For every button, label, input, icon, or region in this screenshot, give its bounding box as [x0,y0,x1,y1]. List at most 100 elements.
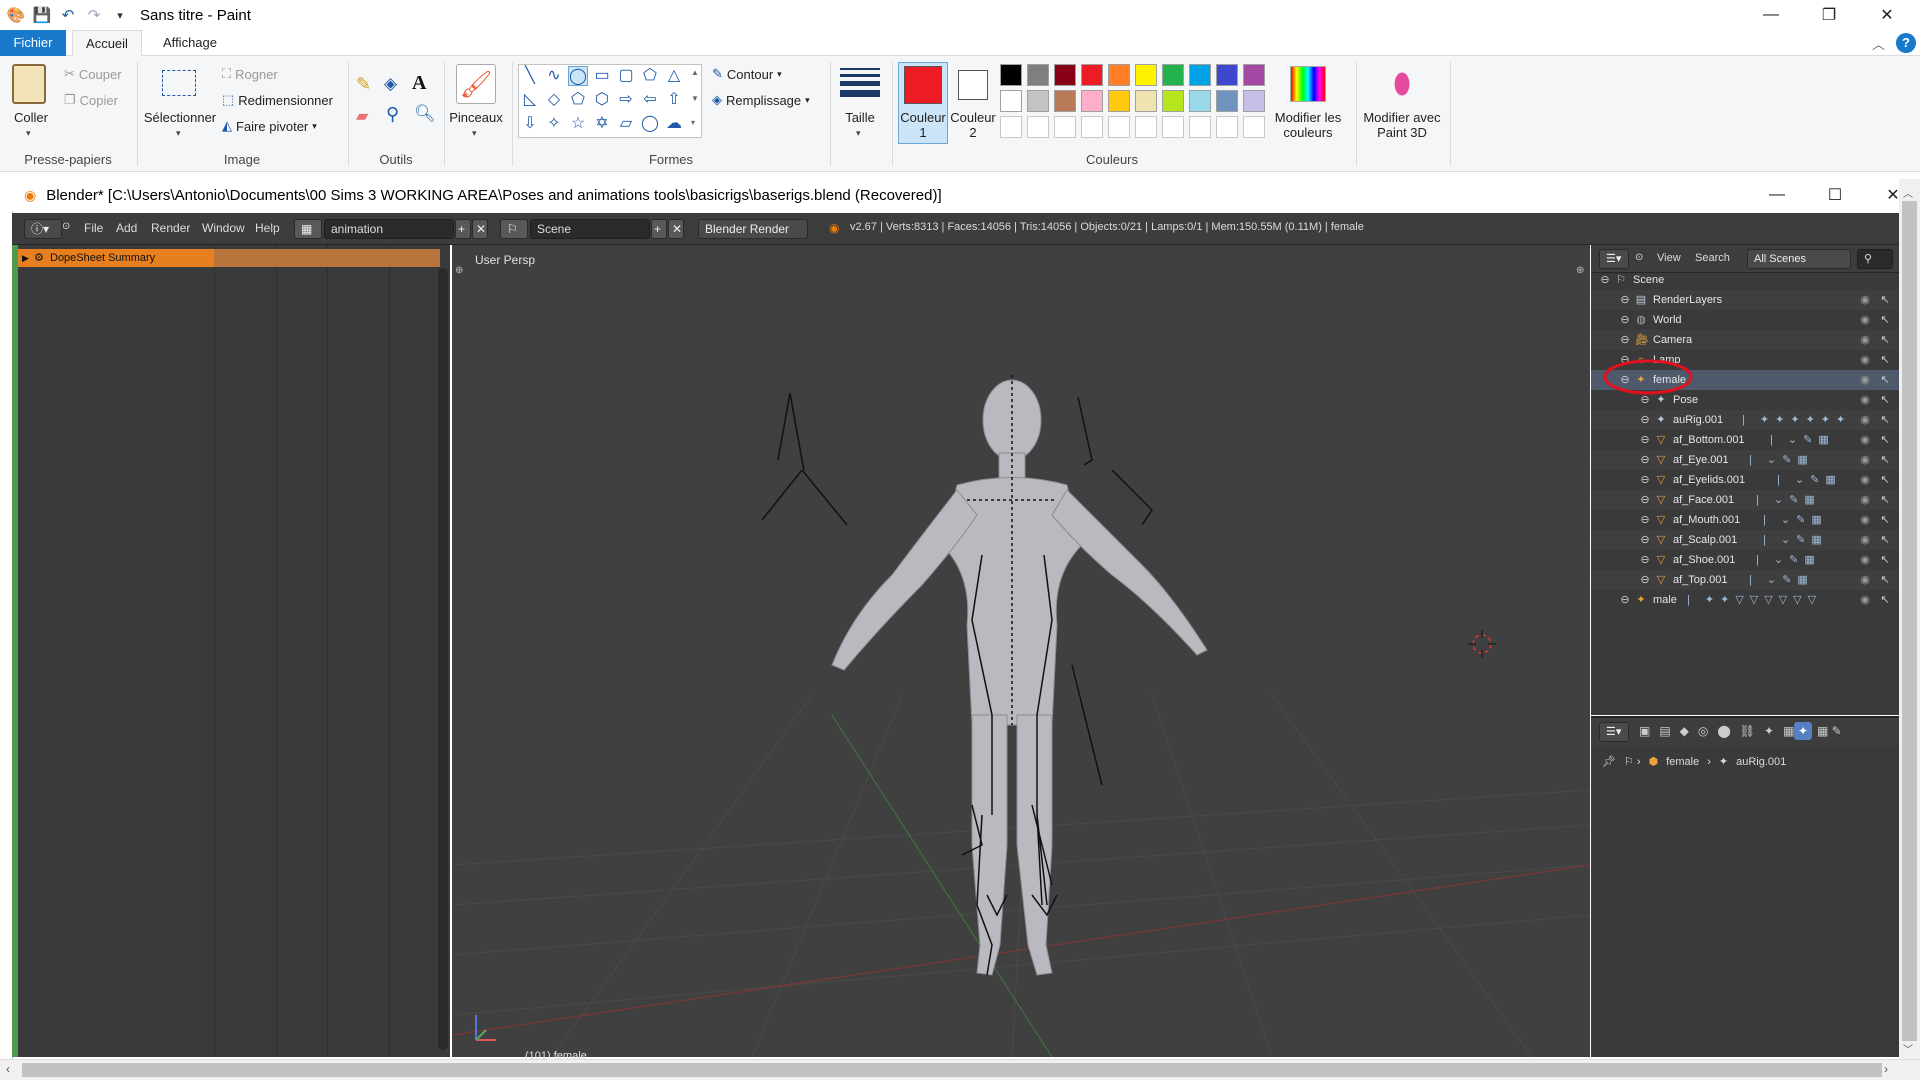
left-arrow-shape-icon[interactable]: ⇦ [640,90,660,110]
visibility-icon[interactable]: ◉ [1859,434,1871,446]
horizontal-scroll-thumb[interactable] [22,1063,1882,1077]
right-triangle-shape-icon[interactable]: ◺ [520,90,540,110]
scene-add-icon[interactable]: + [651,219,667,239]
visibility-icon[interactable]: ◉ [1859,534,1871,546]
outliner-row[interactable]: ⊖ ◍ World ◉ ↖ [1591,310,1899,330]
palette-swatch[interactable] [1108,64,1130,86]
fill-button[interactable]: ◈ Remplissage ▾ [712,92,810,108]
viewport-corner-icon[interactable]: ⊕ [1576,265,1584,276]
selectable-icon[interactable]: ↖ [1879,294,1891,306]
menu-file[interactable]: File [84,221,103,235]
outliner-row[interactable]: ⊖ ✦ auRig.001 | ✦✦✦✦✦✦ ◉ ↖ [1591,410,1899,430]
palette-swatch[interactable] [1216,64,1238,86]
visibility-icon[interactable]: ◉ [1859,314,1871,326]
size-button[interactable]: Taille [834,110,886,125]
help-icon[interactable]: ? [1896,33,1916,53]
outliner-collapse-icon[interactable]: ⊙ [1635,252,1643,263]
line-shape-icon[interactable]: ╲ [520,66,540,86]
triangle-shape-icon[interactable]: △ [664,66,684,86]
viewport-corner-icon[interactable]: ⊕ [455,265,463,276]
scroll-up-icon[interactable]: ︿ [1903,185,1913,200]
pencil-icon[interactable]: ✎ [356,74,371,95]
tab-view[interactable]: Affichage [150,30,230,56]
selectable-icon[interactable]: ↖ [1879,474,1891,486]
layout-name-field[interactable]: animation [324,219,454,239]
expand-toggle-icon[interactable]: ⊖ [1639,454,1651,466]
five-point-star-shape-icon[interactable]: ☆ [568,114,588,134]
armature-data-tab-icon[interactable]: ✦ [1794,722,1812,740]
dopesheet-editor[interactable] [12,245,450,1057]
outliner-row[interactable]: ⊖ ▽ af_Bottom.001 | ⌄✎▦ ◉ ↖ [1591,430,1899,450]
edit-colors-icon[interactable] [1290,66,1326,102]
undo-icon[interactable]: ↶ [58,5,78,25]
callout-rect-shape-icon[interactable]: ▱ [616,114,636,134]
visibility-icon[interactable]: ◉ [1859,574,1871,586]
minimize-button[interactable]: — [1742,0,1800,30]
expand-toggle-icon[interactable]: ⊖ [1599,274,1611,286]
polygon-shape-icon[interactable]: ⬠ [640,66,660,86]
brushes-dropdown-icon[interactable]: ▾ [472,128,477,139]
custom-color-slot[interactable] [1000,116,1022,138]
visibility-icon[interactable]: ◉ [1859,474,1871,486]
palette-swatch[interactable] [1027,64,1049,86]
outliner-editor-type-icon[interactable]: ☰▾ [1599,249,1629,269]
pentagon-shape-icon[interactable]: ⬠ [568,90,588,110]
bone-tab-icon[interactable]: ▦ ✎ [1817,724,1842,738]
selectable-icon[interactable]: ↖ [1879,494,1891,506]
outliner-row[interactable]: ⊖ ▽ af_Eye.001 | ⌄✎▦ ◉ ↖ [1591,450,1899,470]
outliner-row[interactable]: ⊖ ▽ af_Scalp.001 | ⌄✎▦ ◉ ↖ [1591,530,1899,550]
outliner-row[interactable]: ⊖ 🎥︎ Camera ◉ ↖ [1591,330,1899,350]
properties-context-tabs[interactable]: ▣▤◆◎⬤⛓✦▦ [1639,724,1803,738]
select-dropdown-icon[interactable]: ▾ [176,128,181,139]
selectable-icon[interactable]: ↖ [1879,394,1891,406]
diamond-shape-icon[interactable]: ◇ [544,90,564,110]
modifier-icons[interactable]: | ⌄✎▦ [1756,490,1821,510]
color-picker-icon[interactable]: ⚲ [386,104,399,125]
custom-color-slot[interactable] [1027,116,1049,138]
palette-swatch[interactable] [1243,90,1265,112]
oval-shape-icon[interactable]: ◯ [568,66,588,86]
outliner-display-filter[interactable]: All Scenes [1747,249,1851,269]
dopesheet-summary-channel[interactable]: ▶ ⚙ DopeSheet Summary [18,249,214,267]
expand-triangle-icon[interactable]: ▶ [22,249,29,267]
properties-editor-type-icon[interactable]: ☰▾ [1599,722,1629,742]
modifier-icons[interactable]: | ⌄✎▦ [1770,430,1835,450]
selectable-icon[interactable]: ↖ [1879,434,1891,446]
scroll-right-icon[interactable]: › [1884,1062,1888,1076]
select-button[interactable]: Sélectionner [142,110,218,125]
outliner-row[interactable]: ⊖ ▽ af_Mouth.001 | ⌄✎▦ ◉ ↖ [1591,510,1899,530]
callout-cloud-shape-icon[interactable]: ☁ [664,114,684,134]
visibility-icon[interactable]: ◉ [1859,554,1871,566]
cut-button[interactable]: ✂ Couper [64,66,122,82]
visibility-icon[interactable] [1859,274,1871,286]
pin-icon[interactable]: 📌︎ [1602,755,1616,768]
modifier-icons[interactable]: | ⌄✎▦ [1749,450,1814,470]
selectable-icon[interactable]: ↖ [1879,414,1891,426]
outliner-row[interactable]: ⊖ ▽ af_Shoe.001 | ⌄✎▦ ◉ ↖ [1591,550,1899,570]
paste-dropdown-icon[interactable]: ▾ [26,128,31,139]
up-arrow-shape-icon[interactable]: ⇧ [664,90,684,110]
gallery-more-icon[interactable]: ▾ [691,118,695,127]
expand-toggle-icon[interactable]: ⊖ [1639,494,1651,506]
vertical-scroll-thumb[interactable] [1902,201,1917,1041]
outliner-row[interactable]: ⊖ ▽ af_Eyelids.001 | ⌄✎▦ ◉ ↖ [1591,470,1899,490]
custom-color-slot[interactable] [1243,116,1265,138]
size-icon[interactable] [840,68,880,102]
palette-swatch[interactable] [1189,64,1211,86]
copy-button[interactable]: ❐ Copier [64,92,118,108]
expand-toggle-icon[interactable]: ⊖ [1639,534,1651,546]
vertical-scrollbar[interactable]: ︿ ﹀ [1899,179,1920,1059]
size-dropdown-icon[interactable]: ▾ [856,128,861,139]
quick-access-dropdown-icon[interactable]: ▾ [110,5,130,25]
custom-color-slot[interactable] [1216,116,1238,138]
outliner-view-menu[interactable]: View [1657,252,1681,264]
palette-swatch[interactable] [1216,90,1238,112]
selectable-icon[interactable]: ↖ [1879,574,1891,586]
outliner-row[interactable]: ⊖ ▽ af_Top.001 | ⌄✎▦ ◉ ↖ [1591,570,1899,590]
save-icon[interactable]: 💾 [32,5,52,25]
paint3d-button[interactable]: Modifier avec Paint 3D [1362,110,1442,140]
callout-oval-shape-icon[interactable]: ◯ [640,114,660,134]
menu-help[interactable]: Help [255,221,280,235]
outliner-search-input[interactable]: ⚲ [1857,249,1893,269]
expand-toggle-icon[interactable]: ⊖ [1639,434,1651,446]
